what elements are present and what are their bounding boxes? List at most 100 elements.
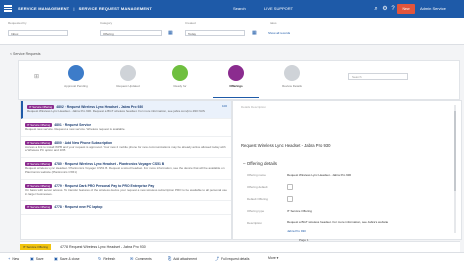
button-label: More ▾ [268,256,279,260]
breadcrumb[interactable]: < Service Requests [10,52,40,56]
detail-link[interactable]: Jabra Pro 930 [287,229,306,233]
page-indicator: Page 1 [299,238,309,242]
detail-value: Request a BGT wireless headset. For more… [287,220,389,224]
pin-icon[interactable]: ⊞ [34,73,39,80]
detail-label: Offering name [247,173,266,177]
full-details-button[interactable]: ⤴ Full request details [215,256,249,262]
detail-label: Offering default [247,185,268,189]
button-label: Add attachment [173,257,197,261]
new-button[interactable]: New [397,4,415,14]
filter-label-1: Requested by [8,21,27,25]
save-close-icon: ▣ [54,256,58,261]
offering-list: 100 IT Service Offering 4802 · Request Wi… [20,100,232,240]
checkbox[interactable] [287,184,293,190]
step-label: Offerings [229,84,243,88]
step-label: Ready for [173,84,187,88]
bottom-toolbar: + New ▣ Save ▣ Save & close ↻ Refresh ✉ Comme… [0,252,464,266]
list-item[interactable]: IT Service Offering 4800 · Add New Phone … [21,137,231,159]
item-description: Access a link to install WPB and your re… [25,144,226,153]
filter-label-2: Category [100,21,113,25]
list-item[interactable]: IT Service Offering 4801 · Request Servic… [21,119,231,137]
detail-label: Default Offering [247,197,268,201]
selected-record-title: 4778 Request Wireless Lync Headset - Jab… [60,245,146,249]
step-circle [68,65,84,81]
app-title-text: SERVICE MANAGEMENT [18,6,70,11]
step-offerings[interactable]: Offerings [213,65,259,98]
scrollbar[interactable] [454,105,456,233]
list-item[interactable]: 100 IT Service Offering 4802 · Request Wi… [21,101,231,119]
hamburger-menu-icon[interactable] [4,4,12,12]
refresh-button[interactable]: ↻ Refresh [98,256,115,261]
filter-field-3[interactable]: Today [185,30,245,36]
list-item[interactable]: IT Service Offering 4780 · Request Wirele… [21,158,231,180]
item-description: Request Wireless Lync Headset - Jabra Pr… [27,109,205,113]
mail-icon: ✉ [130,256,134,261]
filter-field-2[interactable]: Offering [100,30,162,36]
detail-value: IT Service Offering [287,209,312,213]
filter-1-icon[interactable]: ▦ [168,30,173,36]
comments-button[interactable]: ✉ Comments [130,256,152,261]
step-label: Review Details [282,84,302,88]
step-label: Request Updated [116,84,140,88]
step-request-updated[interactable]: Request Updated [105,65,151,88]
item-title: 4800 · Add New Phone Subscription [54,140,113,145]
more-button[interactable]: More ▾ [268,256,278,260]
step-circle [284,65,300,81]
filter-2-icon[interactable]: ▦ [252,30,257,36]
attachment-button[interactable]: ⎘ Add attachment [168,256,197,261]
filter-field-1[interactable]: Inbox [8,30,68,36]
button-label: Save & close [59,257,80,261]
app-title: SERVICE MANAGEMENT | SERVICE REQUEST MANAG… [18,6,152,11]
item-description: Request new service. Request a new servi… [25,126,126,131]
gear-icon[interactable]: ⚙ [381,5,389,13]
button-label: Comments [135,257,152,261]
detail-title: Request Wireless Lync Headset - Jabra Pr… [241,143,331,148]
detail-panel: Details Description Request Wireless Lyn… [232,100,462,240]
detail-label: Description [247,221,263,225]
show-all-link[interactable]: Show all records [268,31,290,35]
step-ready[interactable]: Ready for [157,65,203,88]
search-input[interactable]: Search [348,73,408,80]
save-close-button[interactable]: ▣ Save & close [54,256,80,261]
checkbox[interactable] [287,196,293,202]
step-label: Approval Pending [64,84,88,88]
detail-value: Request Wireless Lync Headset - Jabra Pr… [287,173,352,177]
detail-placeholder: Details Description [241,105,267,109]
attachment-icon: ⎘ [168,256,172,261]
open-icon: ⤴ [215,256,219,261]
filter-label-3: Created [185,21,196,25]
plus-icon: + [8,256,11,261]
category-tag: IT Service Offering [25,140,53,145]
help-icon[interactable]: ? [389,5,397,13]
item-description: Request wireless Lync Headset / Plantron… [25,166,225,174]
save-icon: ▣ [30,256,34,261]
button-label: Full request details [221,257,250,261]
button-label: New [12,257,20,261]
save-button[interactable]: ▣ Save [30,256,44,261]
nav-live-support[interactable]: LIVE SUPPORT [264,6,293,11]
step-review[interactable]: Review Details [269,65,315,88]
search-icon[interactable]: ⌕ [372,5,380,13]
step-circle [172,65,188,81]
selected-record-bar: IT Service Offering 4778 Request Wireles… [20,238,460,252]
list-item[interactable]: IT Service Offering 4778 · Request new PC… [21,201,231,216]
button-label: Save [35,257,44,261]
step-approval[interactable]: Approval Pending [53,65,99,88]
nav-search[interactable]: Search [233,6,246,11]
refresh-icon: ↻ [98,256,102,261]
filter-bar: Requested by Inbox Category Offering ▦ C… [0,18,464,45]
detail-label: Offering type [247,209,265,213]
button-label: Refresh [103,257,116,261]
user-menu[interactable]: Admin Service [420,6,446,11]
section-title[interactable]: – Offering details [243,161,277,166]
step-circle [228,65,244,81]
section-title-text: Offering details [246,161,277,166]
list-item[interactable]: IT Service Offering 4779 · Request Dark P… [21,180,231,202]
item-title: 4778 · Request new PC laptop [54,205,103,210]
item-description: On basis with server access. To transfer… [25,187,227,196]
filter-spacer [268,21,270,27]
category-tag: IT Service Offering [25,205,53,210]
category-tag: IT Service Offering [20,244,51,250]
top-bar: SERVICE MANAGEMENT | SERVICE REQUEST MANAG… [0,0,464,18]
new-record-button[interactable]: + New [8,256,19,261]
